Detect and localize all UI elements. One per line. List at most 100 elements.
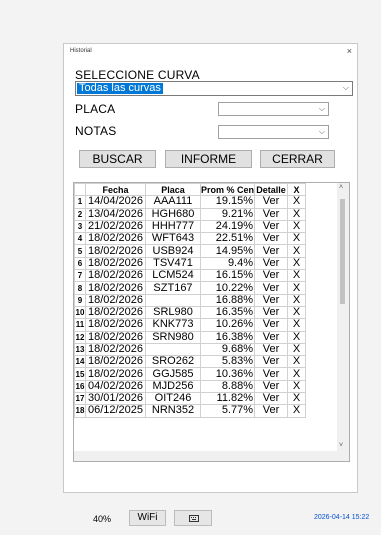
table-row[interactable]: 17 30/01/2026 OIT246 11.82% Ver X (74, 392, 307, 406)
placa-cell: USB924 (145, 244, 201, 258)
search-button[interactable]: BUSCAR (79, 150, 156, 168)
detalle-link[interactable]: Ver (254, 404, 289, 418)
row-number-cell: 9 (74, 293, 86, 307)
detalle-link[interactable]: Ver (254, 293, 289, 307)
vertical-scrollbar[interactable]: ˄ ˅ (337, 183, 349, 461)
delete-row-button[interactable]: X (287, 195, 307, 209)
header-row-number (74, 183, 86, 197)
header-detalle[interactable]: Detalle (254, 183, 289, 197)
row-number-cell: 15 (74, 367, 86, 381)
delete-row-button[interactable]: X (287, 330, 307, 344)
prom-cell: 16.88% (199, 293, 256, 307)
table-row[interactable]: 4 18/02/2026 WFT643 22.51% Ver X (74, 232, 307, 246)
detalle-link[interactable]: Ver (254, 330, 289, 344)
placa-cell (145, 293, 201, 307)
header-x[interactable]: X (287, 183, 307, 197)
table-row[interactable]: 12 18/02/2026 SRN980 16.38% Ver X (74, 330, 307, 344)
row-number-cell: 2 (74, 207, 86, 221)
delete-row-button[interactable]: X (287, 219, 307, 234)
table-row[interactable]: 14 18/02/2026 SRO262 5.83% Ver X (74, 355, 307, 369)
delete-row-button[interactable]: X (287, 305, 307, 320)
scroll-down-icon[interactable]: ˅ (339, 442, 343, 449)
table-row[interactable]: 13 18/02/2026 9.68% Ver X (74, 342, 307, 357)
curve-select[interactable]: Todas las curvas ⌵ (75, 81, 353, 96)
fecha-cell: 18/02/2026 (85, 305, 146, 320)
row-number-cell: 4 (74, 232, 86, 246)
detalle-link[interactable]: Ver (254, 219, 289, 234)
fecha-cell: 18/02/2026 (85, 318, 146, 332)
detalle-link[interactable]: Ver (254, 392, 289, 406)
detalle-link[interactable]: Ver (254, 318, 289, 332)
close-window-button[interactable]: × (347, 46, 352, 56)
placa-cell: SRL980 (145, 305, 201, 320)
detalle-link[interactable]: Ver (254, 269, 289, 283)
row-number-cell: 14 (74, 355, 86, 369)
delete-row-button[interactable]: X (287, 318, 307, 332)
keyboard-button[interactable] (174, 510, 212, 526)
delete-row-button[interactable]: X (287, 355, 307, 369)
detalle-link[interactable]: Ver (254, 342, 289, 357)
horizontal-scrollbar[interactable] (74, 451, 349, 461)
detalle-link[interactable]: Ver (254, 244, 289, 258)
header-placa[interactable]: Placa (145, 183, 201, 197)
row-number-cell: 3 (74, 219, 86, 234)
detalle-link[interactable]: Ver (254, 195, 289, 209)
table-row[interactable]: 1 14/04/2026 AAA111 19.15% Ver X (74, 195, 307, 209)
fecha-cell: 18/02/2026 (85, 330, 146, 344)
fecha-cell: 18/02/2026 (85, 293, 146, 307)
row-number-cell: 13 (74, 342, 86, 357)
table-row[interactable]: 7 18/02/2026 LCM524 16.15% Ver X (74, 269, 307, 283)
notas-select[interactable]: ⌵ (218, 125, 329, 139)
detalle-link[interactable]: Ver (254, 367, 289, 381)
table-row[interactable]: 8 18/02/2026 SZT167 10.22% Ver X (74, 281, 307, 295)
table-row[interactable]: 3 21/02/2026 HHH777 24.19% Ver X (74, 219, 307, 234)
detalle-link[interactable]: Ver (254, 281, 289, 295)
scroll-up-icon[interactable]: ˄ (339, 184, 343, 191)
detalle-link[interactable]: Ver (254, 355, 289, 369)
delete-row-button[interactable]: X (287, 379, 307, 394)
placa-label: PLACA (75, 102, 116, 116)
table-row[interactable]: 15 18/02/2026 GGJ585 10.36% Ver X (74, 367, 307, 381)
delete-row-button[interactable]: X (287, 232, 307, 246)
placa-select[interactable]: ⌵ (218, 102, 329, 116)
delete-row-button[interactable]: X (287, 244, 307, 258)
prom-cell: 5.77% (199, 404, 256, 418)
row-number-cell: 5 (74, 244, 86, 258)
close-button[interactable]: CERRAR (260, 150, 335, 168)
detalle-link[interactable]: Ver (254, 379, 289, 394)
status-bar: 40% WiFi 2026-04-14 15:22 (0, 505, 381, 531)
report-button[interactable]: INFORME (165, 150, 252, 168)
header-prom[interactable]: Prom % Cen (199, 183, 256, 197)
prom-cell: 14.95% (199, 244, 256, 258)
fecha-cell: 18/02/2026 (85, 367, 146, 381)
row-number-cell: 6 (74, 256, 86, 271)
delete-row-button[interactable]: X (287, 281, 307, 295)
delete-row-button[interactable]: X (287, 367, 307, 381)
table-row[interactable]: 18 06/12/2025 NRN352 5.77% Ver X (74, 404, 307, 418)
delete-row-button[interactable]: X (287, 269, 307, 283)
delete-row-button[interactable]: X (287, 342, 307, 357)
detalle-link[interactable]: Ver (254, 305, 289, 320)
delete-row-button[interactable]: X (287, 392, 307, 406)
detalle-link[interactable]: Ver (254, 256, 289, 271)
delete-row-button[interactable]: X (287, 293, 307, 307)
delete-row-button[interactable]: X (287, 256, 307, 271)
delete-row-button[interactable]: X (287, 207, 307, 221)
fecha-cell: 14/04/2026 (85, 195, 146, 209)
table-row[interactable]: 10 18/02/2026 SRL980 16.35% Ver X (74, 305, 307, 320)
wifi-button[interactable]: WiFi (129, 510, 166, 526)
table-row[interactable]: 2 13/04/2026 HGH680 9.21% Ver X (74, 207, 307, 221)
detalle-link[interactable]: Ver (254, 207, 289, 221)
table-row[interactable]: 9 18/02/2026 16.88% Ver X (74, 293, 307, 307)
table-row[interactable]: 11 18/02/2026 KNK773 10.26% Ver X (74, 318, 307, 332)
table-row[interactable]: 16 04/02/2026 MJD256 8.88% Ver X (74, 379, 307, 394)
table-row[interactable]: 6 18/02/2026 TSV471 9.4% Ver X (74, 256, 307, 271)
table-row[interactable]: 5 18/02/2026 USB924 14.95% Ver X (74, 244, 307, 258)
prom-cell: 9.68% (199, 342, 256, 357)
row-number-cell: 17 (74, 392, 86, 406)
scrollbar-thumb[interactable] (340, 199, 345, 304)
prom-cell: 10.22% (199, 281, 256, 295)
header-fecha[interactable]: Fecha (85, 183, 146, 197)
delete-row-button[interactable]: X (287, 404, 307, 418)
detalle-link[interactable]: Ver (254, 232, 289, 246)
